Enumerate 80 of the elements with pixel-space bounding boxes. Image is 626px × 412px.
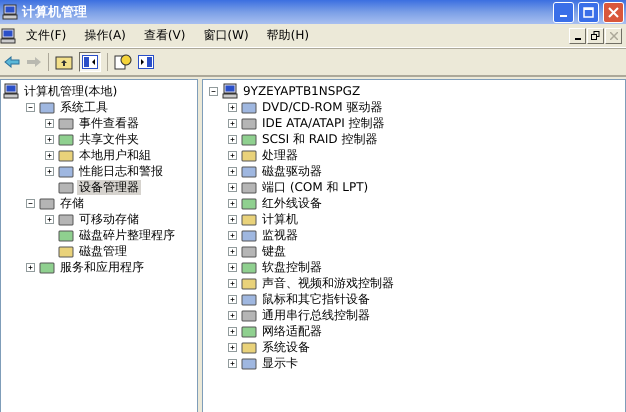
expand-icon[interactable] <box>45 214 54 224</box>
tree-item[interactable]: 事件查看器 <box>77 116 141 130</box>
tree-item[interactable]: 声音、视频和游戏控制器 <box>260 276 396 290</box>
expand-icon[interactable] <box>228 294 237 304</box>
collapse-icon[interactable] <box>209 86 218 96</box>
computer-icon <box>222 83 238 99</box>
tree-item[interactable]: 端口 (COM 和 LPT) <box>260 180 370 194</box>
tree-item[interactable]: 系统工具 <box>58 100 110 114</box>
expand-icon[interactable] <box>228 230 237 240</box>
expand-icon[interactable] <box>26 262 35 272</box>
expand-icon[interactable] <box>228 198 237 208</box>
expand-icon[interactable] <box>228 214 237 224</box>
minimize-button[interactable] <box>569 28 586 44</box>
expand-icon[interactable] <box>228 326 237 336</box>
computer-icon <box>2 4 18 20</box>
tree-item[interactable]: 设备管理器 <box>77 180 141 194</box>
expand-icon[interactable] <box>45 150 54 160</box>
action-pane-icon[interactable] <box>138 54 154 68</box>
computer-icon <box>0 28 16 44</box>
tree-item[interactable]: IDE ATA/ATAPI 控制器 <box>260 116 387 130</box>
minimize-icon <box>560 15 567 17</box>
expand-icon[interactable] <box>228 278 237 288</box>
tree-item[interactable]: 通用串行总线控制器 <box>260 308 372 322</box>
tree-item[interactable]: 共享文件夹 <box>77 132 141 146</box>
expand-icon[interactable] <box>228 358 237 368</box>
expand-icon[interactable] <box>228 262 237 272</box>
tree-item[interactable]: 9YZEYAPTB1NSPGZ <box>241 84 362 98</box>
tree-item[interactable]: 软盘控制器 <box>260 260 324 274</box>
expand-icon[interactable] <box>45 134 54 144</box>
menu-item[interactable]: 文件(F) <box>18 25 74 46</box>
minimize-icon <box>574 38 580 40</box>
tree-item[interactable]: 存储 <box>58 196 86 210</box>
tree-item[interactable]: 鼠标和其它指针设备 <box>260 292 372 306</box>
tree-item[interactable]: 网络适配器 <box>260 324 324 338</box>
tree-item[interactable]: 磁盘碎片整理程序 <box>77 228 177 242</box>
expand-icon[interactable] <box>228 150 237 160</box>
expand-icon[interactable] <box>228 342 237 352</box>
tree-item[interactable]: 处理器 <box>260 148 300 162</box>
restore-button[interactable] <box>587 28 604 44</box>
menu-item[interactable]: 操作(A) <box>76 25 134 46</box>
expand-icon[interactable] <box>228 118 237 128</box>
computer-icon <box>3 83 19 99</box>
back-arrow-icon[interactable] <box>4 56 20 68</box>
restore-icon <box>591 31 600 40</box>
tree-item[interactable]: 磁盘驱动器 <box>260 164 324 178</box>
tree-item[interactable]: 键盘 <box>260 244 288 258</box>
tree-item[interactable]: 计算机管理(本地) <box>22 84 120 98</box>
menu-item[interactable]: 查看(V) <box>136 25 194 46</box>
collapse-icon[interactable] <box>26 102 35 112</box>
tree-item[interactable]: 计算机 <box>260 212 300 226</box>
tree-item[interactable]: 性能日志和警报 <box>77 164 165 178</box>
tree-pane-icon[interactable] <box>82 54 98 68</box>
window-title: 计算机管理 <box>22 4 88 21</box>
tree-item[interactable]: 红外线设备 <box>260 196 324 210</box>
up-folder-icon[interactable] <box>55 54 73 70</box>
tree-item[interactable]: 显示卡 <box>260 356 300 370</box>
expand-icon[interactable] <box>228 246 237 256</box>
expand-icon[interactable] <box>228 134 237 144</box>
close-button[interactable] <box>603 2 624 22</box>
close-icon <box>610 32 618 40</box>
tree-item[interactable]: 磁盘管理 <box>77 244 129 258</box>
expand-icon[interactable] <box>228 182 237 192</box>
expand-icon[interactable] <box>228 166 237 176</box>
menu-item[interactable]: 窗口(W) <box>195 25 257 46</box>
close-icon <box>608 6 619 18</box>
tree-item[interactable]: 可移动存储 <box>77 212 141 226</box>
collapse-icon[interactable] <box>26 198 35 208</box>
tree-item[interactable]: 系统设备 <box>260 340 312 354</box>
expand-icon[interactable] <box>228 310 237 320</box>
expand-icon[interactable] <box>45 166 54 176</box>
maximize-button[interactable] <box>578 2 599 22</box>
maximize-icon <box>583 6 594 18</box>
menu-item[interactable]: 帮助(H) <box>258 25 318 46</box>
expand-icon[interactable] <box>45 118 54 128</box>
tree-item[interactable]: 服务和应用程序 <box>58 260 146 274</box>
expand-icon[interactable] <box>228 102 237 112</box>
tree-item[interactable]: DVD/CD-ROM 驱动器 <box>260 100 384 114</box>
tree-item[interactable]: 本地用户和組 <box>77 148 153 162</box>
tree-item[interactable]: SCSI 和 RAID 控制器 <box>260 132 380 146</box>
tree-item[interactable]: 监视器 <box>260 228 300 242</box>
